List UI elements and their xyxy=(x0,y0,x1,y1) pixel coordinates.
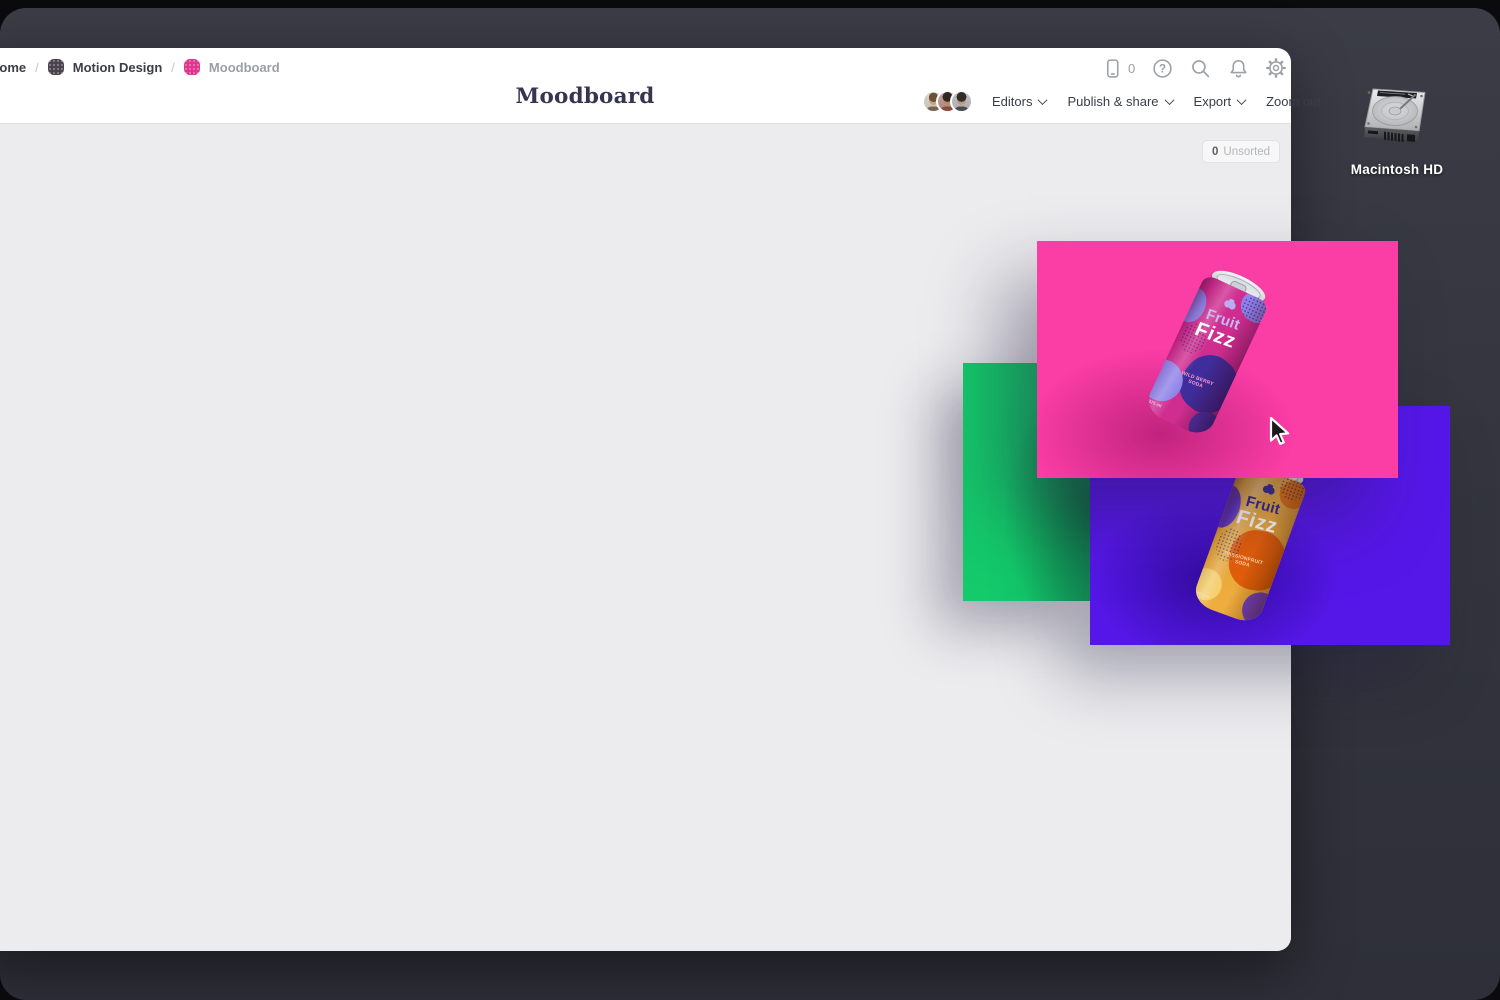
page-title: Moodboard xyxy=(516,84,655,109)
search-icon[interactable] xyxy=(1189,57,1211,79)
help-icon[interactable]: ? xyxy=(1151,57,1173,79)
svg-text:?: ? xyxy=(1159,63,1166,75)
unsorted-label: Unsorted xyxy=(1223,146,1270,158)
unsorted-count: 0 xyxy=(1212,146,1218,158)
device-icon[interactable] xyxy=(1101,57,1123,79)
window-top-icons: 0 ? xyxy=(1101,56,1287,80)
screen: Macintosh HD Home / Motion Design / Mood… xyxy=(0,0,1500,1000)
breadcrumb-motion-design[interactable]: Motion Design xyxy=(73,60,163,75)
chevron-down-icon xyxy=(1237,95,1247,105)
device-count: 0 xyxy=(1128,61,1135,76)
toolbar: Editors Publish & share Export Zoom out xyxy=(922,88,1321,114)
editors-label: Editors xyxy=(992,94,1032,109)
unsorted-badge[interactable]: 0 Unsorted xyxy=(1202,140,1280,163)
zoom-out-label: Zoom out xyxy=(1266,94,1321,109)
hard-drive-icon xyxy=(1360,84,1434,156)
settings-gear-icon[interactable] xyxy=(1265,57,1287,79)
zoom-out-button[interactable]: Zoom out xyxy=(1266,94,1321,109)
chevron-down-icon xyxy=(1164,95,1174,105)
desktop-icon-label: Macintosh HD xyxy=(1337,162,1457,177)
breadcrumb-home[interactable]: Home xyxy=(0,60,26,75)
breadcrumb-moodboard[interactable]: Moodboard xyxy=(209,60,280,75)
editors-menu-button[interactable]: Editors xyxy=(992,94,1046,109)
export-label: Export xyxy=(1194,94,1232,109)
breadcrumb-separator: / xyxy=(35,60,39,75)
desktop-icon-macintosh-hd[interactable]: Macintosh HD xyxy=(1337,84,1457,177)
board-icon-moodboard xyxy=(184,59,200,75)
breadcrumb: Home / Motion Design / Moodboard xyxy=(0,55,280,79)
publish-share-menu-button[interactable]: Publish & share xyxy=(1067,94,1172,109)
card-pink-fruit-fizz[interactable]: Fruit Fizz WILD BERRY SODA 375 ml xyxy=(1037,241,1398,478)
notifications-bell-icon[interactable] xyxy=(1227,57,1249,79)
board-icon-motion-design xyxy=(48,59,64,75)
publish-share-label: Publish & share xyxy=(1067,94,1158,109)
editor-avatars[interactable] xyxy=(922,90,973,113)
export-menu-button[interactable]: Export xyxy=(1194,94,1246,109)
chevron-down-icon xyxy=(1038,95,1048,105)
breadcrumb-separator: / xyxy=(171,60,175,75)
avatar xyxy=(950,90,973,113)
